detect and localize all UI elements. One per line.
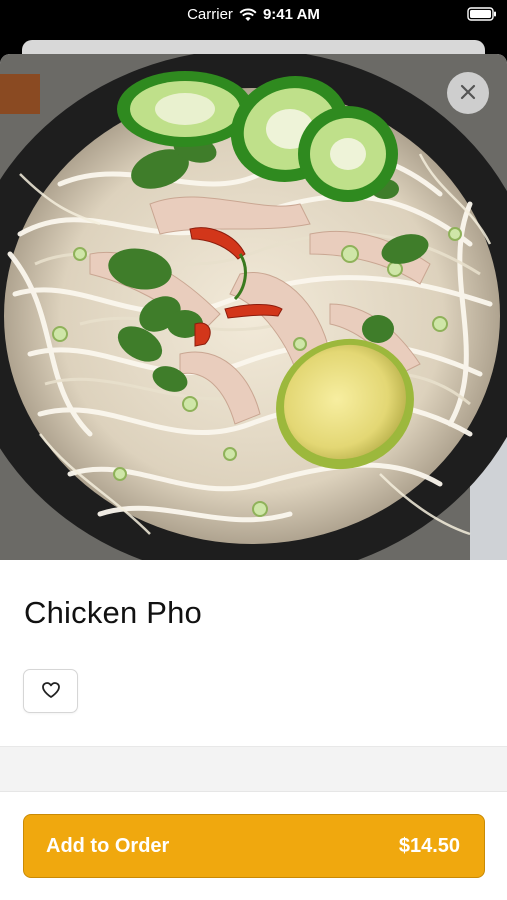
carrier-label: Carrier (187, 6, 233, 23)
clock: 9:41 AM (262, 6, 320, 23)
status-bar: Carrier 9:41 AM (0, 0, 507, 32)
favorite-button[interactable] (23, 669, 78, 713)
battery-icon (467, 7, 497, 21)
add-to-order-label: Add to Order (46, 834, 170, 857)
item-photo (0, 54, 507, 560)
section-divider (0, 746, 507, 792)
heart-outline-icon (41, 681, 61, 702)
item-title: Chicken Pho (24, 595, 202, 630)
close-button[interactable] (447, 72, 489, 114)
price-label: $14.50 (398, 834, 460, 857)
item-detail-sheet: Chicken Pho Add to Order $14.50 (0, 54, 507, 900)
pho-bowl-illustration (0, 54, 507, 560)
footer-bar: Add to Order $14.50 (0, 792, 507, 900)
close-icon (460, 84, 476, 103)
add-to-order-button[interactable]: Add to Order $14.50 (23, 814, 485, 878)
wifi-icon (239, 8, 257, 22)
